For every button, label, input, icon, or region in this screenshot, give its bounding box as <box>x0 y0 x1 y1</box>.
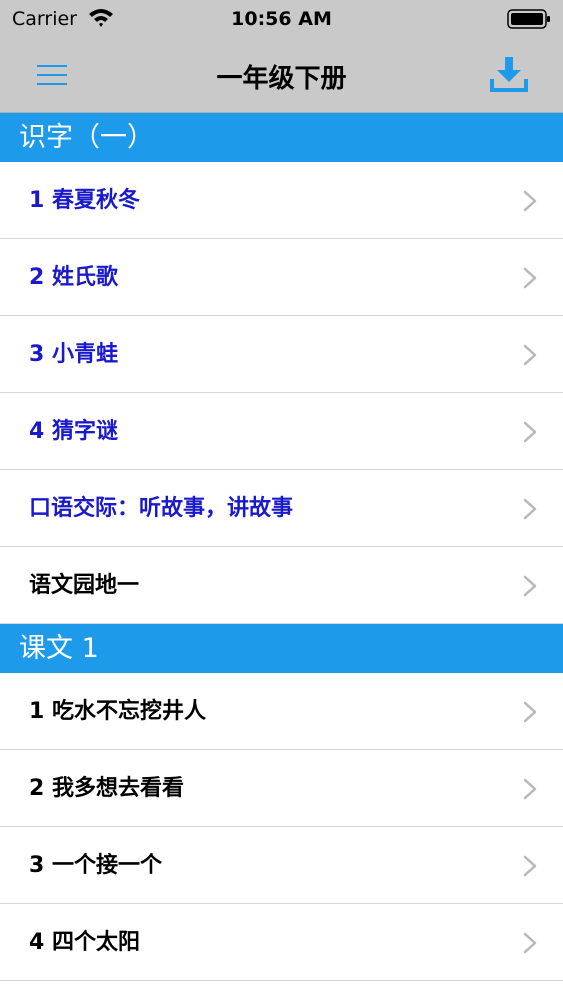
lesson-label: 4 猜字谜 <box>29 419 118 444</box>
lesson-label: 4 四个太阳 <box>29 930 140 955</box>
battery-icon <box>507 9 550 29</box>
chevron-right-icon <box>523 498 537 520</box>
section-header: 课文 1 <box>0 624 563 673</box>
lesson-row[interactable]: 3 一个接一个 <box>0 827 563 904</box>
chevron-right-icon <box>523 855 537 877</box>
chevron-right-icon <box>523 190 537 212</box>
section-header: 识字（一） <box>0 113 563 162</box>
chevron-right-icon <box>523 778 537 800</box>
lesson-label: 1 吃水不忘挖井人 <box>29 699 206 724</box>
chevron-right-icon <box>523 701 537 723</box>
status-time: 10:56 AM <box>231 8 332 30</box>
lesson-row[interactable]: 4 猜字谜 <box>0 393 563 470</box>
navigation-bar: 一年级下册 <box>0 38 563 113</box>
lesson-row[interactable]: 2 姓氏歌 <box>0 239 563 316</box>
lesson-row[interactable]: 4 四个太阳 <box>0 904 563 981</box>
lesson-row[interactable]: 语文园地一 <box>0 547 563 624</box>
lesson-row[interactable]: 1 吃水不忘挖井人 <box>0 673 563 750</box>
status-bar: Carrier 10:56 AM <box>0 0 563 38</box>
lesson-label: 3 一个接一个 <box>29 853 162 878</box>
lesson-label: 3 小青蛙 <box>29 342 118 367</box>
chevron-right-icon <box>523 344 537 366</box>
lesson-label: 口语交际：听故事，讲故事 <box>29 496 294 521</box>
lesson-row[interactable]: 3 小青蛙 <box>0 316 563 393</box>
chevron-right-icon <box>523 421 537 443</box>
lesson-row[interactable]: 口语交际：听故事，讲故事 <box>0 470 563 547</box>
lesson-label: 2 姓氏歌 <box>29 265 118 290</box>
lesson-label: 1 春夏秋冬 <box>29 188 140 213</box>
lesson-list: 识字（一） 1 春夏秋冬 2 姓氏歌 3 小青蛙 4 猜字谜口语交际：听故事，讲故事 语文… <box>0 113 563 981</box>
chevron-right-icon <box>523 575 537 597</box>
lesson-row[interactable]: 1 春夏秋冬 <box>0 162 563 239</box>
lesson-row[interactable]: 2 我多想去看看 <box>0 750 563 827</box>
lesson-label: 语文园地一 <box>29 573 140 598</box>
chevron-right-icon <box>523 932 537 954</box>
page-title: 一年级下册 <box>216 64 347 94</box>
chevron-right-icon <box>523 267 537 289</box>
lesson-label: 2 我多想去看看 <box>29 776 184 801</box>
download-icon[interactable] <box>489 54 529 94</box>
